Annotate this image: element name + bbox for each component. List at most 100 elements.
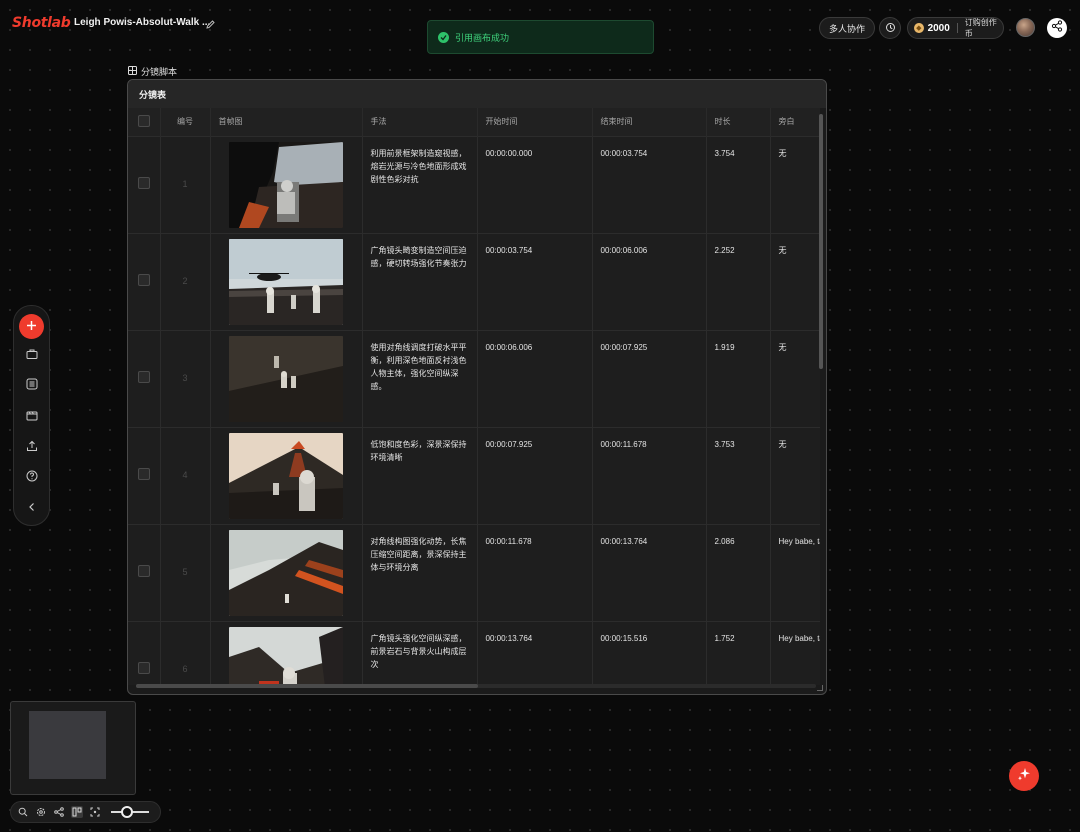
narration-cell[interactable]: 无	[770, 426, 820, 524]
start-time-cell[interactable]: 00:00:03.754	[477, 232, 593, 330]
duration-cell[interactable]: 1.752	[706, 620, 771, 685]
start-time-cell[interactable]: 00:00:07.925	[477, 426, 593, 524]
layout-icon[interactable]	[71, 806, 83, 818]
subscribe-credits-link[interactable]: 订购创作币	[965, 17, 1003, 39]
technique-cell[interactable]: 低饱和度色彩，深景深保持环境清晰	[362, 426, 478, 524]
assets-button[interactable]	[24, 348, 39, 363]
list-button[interactable]	[24, 378, 39, 393]
coin-icon: ◆	[914, 23, 924, 33]
search-icon[interactable]	[17, 806, 29, 818]
chevron-left-icon	[26, 500, 38, 518]
first-frame-thumbnail[interactable]	[228, 626, 343, 686]
select-all-checkbox[interactable]	[128, 108, 161, 136]
end-time-cell[interactable]: 00:00:03.754	[592, 135, 707, 233]
first-frame-thumbnail[interactable]	[228, 335, 343, 422]
clapperboard-button[interactable]	[24, 409, 39, 424]
narration-cell[interactable]: 无	[770, 135, 820, 233]
table-header-row: 编号 首帧图 手法 开始时间 结束时间 时长 旁白	[128, 108, 820, 136]
pencil-icon[interactable]	[205, 17, 216, 29]
share-button[interactable]	[1047, 18, 1067, 38]
storyboard-panel[interactable]: 分镜表 编号 首帧图 手法 开始时间 结束时间 时长 旁白 1 利用前景框架制造…	[127, 79, 827, 695]
clapperboard-icon	[26, 408, 38, 426]
table-row[interactable]: 3 使用对角线调度打破水平平衡，利用深色地面反衬浅色人物主体，强化空间纵深感。 …	[128, 329, 820, 427]
first-frame-thumbnail[interactable]	[228, 529, 343, 616]
column-header-duration: 时长	[706, 108, 771, 136]
add-button[interactable]	[19, 314, 44, 339]
technique-cell[interactable]: 对角线构图强化动势，长焦压缩空间距离，景深保持主体与环境分离	[362, 523, 478, 621]
user-avatar[interactable]	[1016, 18, 1035, 37]
project-title[interactable]: Leigh Powis-Absolut-Walk ...	[74, 17, 210, 28]
first-frame-thumbnail[interactable]	[228, 432, 343, 519]
minimap-viewport[interactable]	[29, 711, 106, 779]
first-frame-cell[interactable]	[210, 232, 363, 330]
technique-cell[interactable]: 广角镜头畸变制造空间压迫感，硬切转场强化节奏张力	[362, 232, 478, 330]
table-row[interactable]: 1 利用前景框架制造窥视感，熔岩光源与冷色地面形成戏剧性色彩对抗 00:00:0…	[128, 135, 820, 233]
technique-cell[interactable]: 使用对角线调度打破水平平衡，利用深色地面反衬浅色人物主体，强化空间纵深感。	[362, 329, 478, 427]
fit-view-icon[interactable]	[89, 806, 101, 818]
row-number: 3	[160, 329, 211, 427]
first-frame-cell[interactable]	[210, 426, 363, 524]
duration-cell[interactable]: 2.086	[706, 523, 771, 621]
resize-handle[interactable]	[817, 685, 823, 691]
narration-cell[interactable]: 无	[770, 232, 820, 330]
start-time-cell[interactable]: 00:00:06.006	[477, 329, 593, 427]
first-frame-cell[interactable]	[210, 329, 363, 427]
duration-cell[interactable]: 3.753	[706, 426, 771, 524]
row-checkbox[interactable]	[128, 426, 161, 524]
technique-cell[interactable]: 利用前景框架制造窥视感，熔岩光源与冷色地面形成戏剧性色彩对抗	[362, 135, 478, 233]
narration-cell[interactable]: 无	[770, 329, 820, 427]
table-row[interactable]: 6 广角镜头强化空间纵深感，前景岩石与背景火山构成层次 00:00:13.764	[128, 620, 820, 686]
narration-cell[interactable]: Hey babe, take a walk on the wild side	[770, 523, 820, 621]
help-button[interactable]	[24, 470, 39, 485]
first-frame-cell[interactable]	[210, 135, 363, 233]
table-row[interactable]: 4 低饱和度色彩，深景深保持环境清晰 00:00:07.925 00:00:11…	[128, 426, 820, 524]
success-toast: 引用画布成功	[427, 20, 654, 54]
start-time-cell[interactable]: 00:00:11.678	[477, 523, 593, 621]
panel-label-text: 分镜脚本	[141, 67, 178, 77]
start-time-cell[interactable]: 00:00:13.764	[477, 620, 593, 685]
row-checkbox[interactable]	[128, 232, 161, 330]
settings-icon[interactable]	[35, 806, 47, 818]
vertical-scrollbar[interactable]	[819, 114, 823, 369]
panel-label: 分镜脚本	[128, 65, 177, 78]
duration-cell[interactable]: 3.754	[706, 135, 771, 233]
table-row[interactable]: 2 广角镜头畸变制造空间压迫感，硬切转场强化节奏张力 00:00:03.754 …	[128, 232, 820, 330]
end-time-cell[interactable]: 00:00:07.925	[592, 329, 707, 427]
row-checkbox[interactable]	[128, 523, 161, 621]
duration-cell[interactable]: 1.919	[706, 329, 771, 427]
canvas-minimap[interactable]	[10, 701, 136, 795]
row-number: 5	[160, 523, 211, 621]
export-button[interactable]	[24, 440, 39, 455]
zoom-slider-knob[interactable]	[121, 806, 133, 818]
row-checkbox[interactable]	[128, 620, 161, 685]
collapse-toolbar-button[interactable]	[24, 501, 39, 516]
narration-cell[interactable]: Hey babe, take a walk on the wild side	[770, 620, 820, 685]
node-graph-icon[interactable]	[53, 806, 65, 818]
duration-cell[interactable]: 2.252	[706, 232, 771, 330]
ai-assistant-button[interactable]	[1009, 761, 1039, 791]
row-number: 6	[160, 620, 211, 685]
technique-cell[interactable]: 广角镜头强化空间纵深感，前景岩石与背景火山构成层次	[362, 620, 478, 685]
end-time-cell[interactable]: 00:00:11.678	[592, 426, 707, 524]
collaboration-button[interactable]: 多人协作	[819, 17, 875, 39]
history-button[interactable]	[879, 17, 901, 39]
share-icon	[1051, 19, 1063, 37]
sparkle-icon	[1016, 766, 1032, 787]
end-time-cell[interactable]: 00:00:15.516	[592, 620, 707, 685]
end-time-cell[interactable]: 00:00:13.764	[592, 523, 707, 621]
horizontal-scrollbar[interactable]	[136, 684, 478, 688]
start-time-cell[interactable]: 00:00:00.000	[477, 135, 593, 233]
table-row[interactable]: 5 对角线构图强化动势，长焦压缩空间距离，景深保持主体与环境分离 00:00:1…	[128, 523, 820, 621]
first-frame-cell[interactable]	[210, 523, 363, 621]
end-time-cell[interactable]: 00:00:06.006	[592, 232, 707, 330]
zoom-slider[interactable]	[111, 806, 149, 818]
app-logo[interactable]: Shotlab	[12, 15, 71, 31]
row-checkbox[interactable]	[128, 329, 161, 427]
first-frame-cell[interactable]	[210, 620, 363, 686]
first-frame-thumbnail[interactable]	[228, 141, 343, 228]
storyboard-table-container[interactable]: 编号 首帧图 手法 开始时间 结束时间 时长 旁白 1 利用前景框架制造窥视感，…	[128, 108, 820, 685]
credits-pill[interactable]: ◆ 2000 订购创作币	[907, 17, 1004, 39]
help-icon	[26, 469, 38, 487]
first-frame-thumbnail[interactable]	[228, 238, 343, 325]
row-checkbox[interactable]	[128, 135, 161, 233]
